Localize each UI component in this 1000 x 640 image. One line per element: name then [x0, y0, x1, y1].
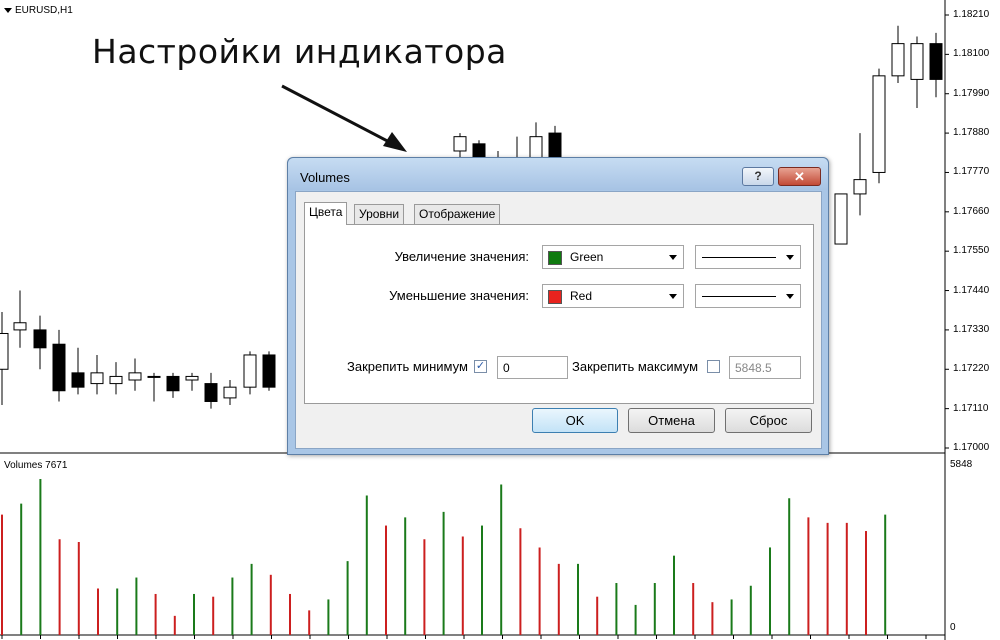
- candle-body: [0, 332, 9, 370]
- reset-button[interactable]: Сброс: [725, 408, 812, 433]
- candle-body: [872, 75, 886, 173]
- candle: [223, 380, 237, 406]
- candle-body: [33, 329, 47, 349]
- price-tick-label: 1.17990: [953, 87, 990, 99]
- symbol-text: EURUSD,H1: [15, 5, 73, 16]
- candle: [910, 36, 924, 109]
- increase-color-name: Green: [570, 250, 604, 264]
- volumes-dialog: Volumes ? ✕ Цвета Уровни Отображение Уве…: [287, 157, 829, 455]
- candle: [243, 351, 257, 395]
- price-tick-label: 1.17770: [953, 166, 990, 178]
- chevron-down-icon: [786, 255, 794, 260]
- candle-body: [109, 375, 123, 385]
- candle: [262, 351, 276, 391]
- fix-min-checkbox[interactable]: ✓: [474, 360, 487, 373]
- tab-colors[interactable]: Цвета: [304, 202, 348, 225]
- candle: [891, 25, 905, 83]
- help-button[interactable]: ?: [742, 167, 774, 186]
- candle-body: [891, 43, 905, 77]
- candle: [204, 372, 218, 409]
- candle-body: [262, 354, 276, 388]
- dialog-titlebar[interactable]: Volumes ? ✕: [288, 158, 828, 190]
- fix-max-label: Закрепить максимум: [572, 359, 699, 374]
- candle: [853, 133, 867, 216]
- price-tick-label: 1.17550: [953, 245, 990, 257]
- candle: [52, 329, 66, 402]
- ok-button[interactable]: OK: [532, 408, 618, 433]
- price-tick-label: 1.17660: [953, 205, 990, 217]
- candle-body: [853, 179, 867, 195]
- volume-zero-label: 0: [950, 622, 956, 633]
- candle-body: [223, 386, 237, 399]
- volume-label: Volumes 7671: [4, 460, 68, 471]
- symbol-label[interactable]: EURUSD,H1: [4, 5, 73, 16]
- increase-line-style-select[interactable]: [695, 245, 801, 269]
- increase-color-select[interactable]: Green: [542, 245, 684, 269]
- fix-max-checkbox[interactable]: [707, 360, 720, 373]
- chevron-down-icon: [786, 294, 794, 299]
- candle: [147, 372, 161, 402]
- decrease-label: Уменьшение значения:: [389, 288, 529, 303]
- candle-body: [71, 372, 85, 388]
- candle-body: [147, 375, 161, 378]
- candle-body: [128, 372, 142, 381]
- price-tick-label: 1.17880: [953, 127, 990, 139]
- volume-chart[interactable]: [0, 455, 1000, 640]
- close-button[interactable]: ✕: [778, 167, 821, 186]
- candle-body: [243, 354, 257, 388]
- candle: [13, 290, 27, 348]
- increase-label: Увеличение значения:: [394, 249, 529, 264]
- candle-body: [13, 322, 27, 331]
- candle-body: [90, 372, 104, 385]
- candle: [929, 32, 943, 98]
- price-tick-label: 1.17440: [953, 284, 990, 296]
- candle-body: [166, 375, 180, 392]
- candle: [185, 372, 199, 391]
- candle: [166, 372, 180, 398]
- tab-display[interactable]: Отображение: [414, 204, 501, 224]
- candle-body: [929, 43, 943, 80]
- decrease-color-name: Red: [570, 289, 593, 303]
- candle: [90, 354, 104, 395]
- decrease-color-select[interactable]: Red: [542, 284, 684, 308]
- candle: [872, 68, 886, 184]
- candle: [71, 347, 85, 395]
- fix-max-input[interactable]: 5848.5: [729, 356, 801, 379]
- candle: [109, 362, 123, 395]
- color-swatch-icon: [548, 290, 562, 304]
- price-tick-label: 1.18210: [953, 9, 990, 20]
- candle-body: [910, 43, 924, 80]
- price-tick-label: 1.18100: [953, 48, 990, 60]
- candle-body: [204, 383, 218, 402]
- candle-body: [834, 193, 848, 245]
- color-swatch-icon: [548, 251, 562, 265]
- price-tick-label: 1.17330: [953, 323, 990, 335]
- cancel-button[interactable]: Отмена: [628, 408, 715, 433]
- price-tick-label: 1.17110: [953, 402, 989, 414]
- dialog-title: Volumes: [300, 170, 350, 185]
- candle-body: [52, 343, 66, 392]
- line-style-icon: [702, 296, 776, 297]
- fix-min-input[interactable]: 0: [497, 356, 568, 379]
- chevron-down-icon: [669, 294, 677, 299]
- candle: [0, 312, 9, 406]
- volume-max-label: 5848: [950, 459, 973, 470]
- candle-body: [529, 136, 543, 159]
- price-tick-label: 1.17000: [953, 442, 990, 453]
- chevron-down-icon: [4, 8, 12, 13]
- fix-min-label: Закрепить минимум: [347, 359, 468, 374]
- tab-levels[interactable]: Уровни: [354, 204, 405, 224]
- annotation-text: Настройки индикатора: [92, 32, 507, 71]
- line-style-icon: [702, 257, 776, 258]
- chevron-down-icon: [669, 255, 677, 260]
- decrease-line-style-select[interactable]: [695, 284, 801, 308]
- price-tick-label: 1.17220: [953, 363, 990, 375]
- candle-body: [185, 375, 199, 381]
- candle: [128, 358, 142, 391]
- candle: [33, 315, 47, 370]
- candle: [834, 193, 848, 245]
- candle-body: [453, 136, 467, 152]
- tab-panel-colors: Увеличение значения: Green Уменьшение зн…: [304, 224, 814, 404]
